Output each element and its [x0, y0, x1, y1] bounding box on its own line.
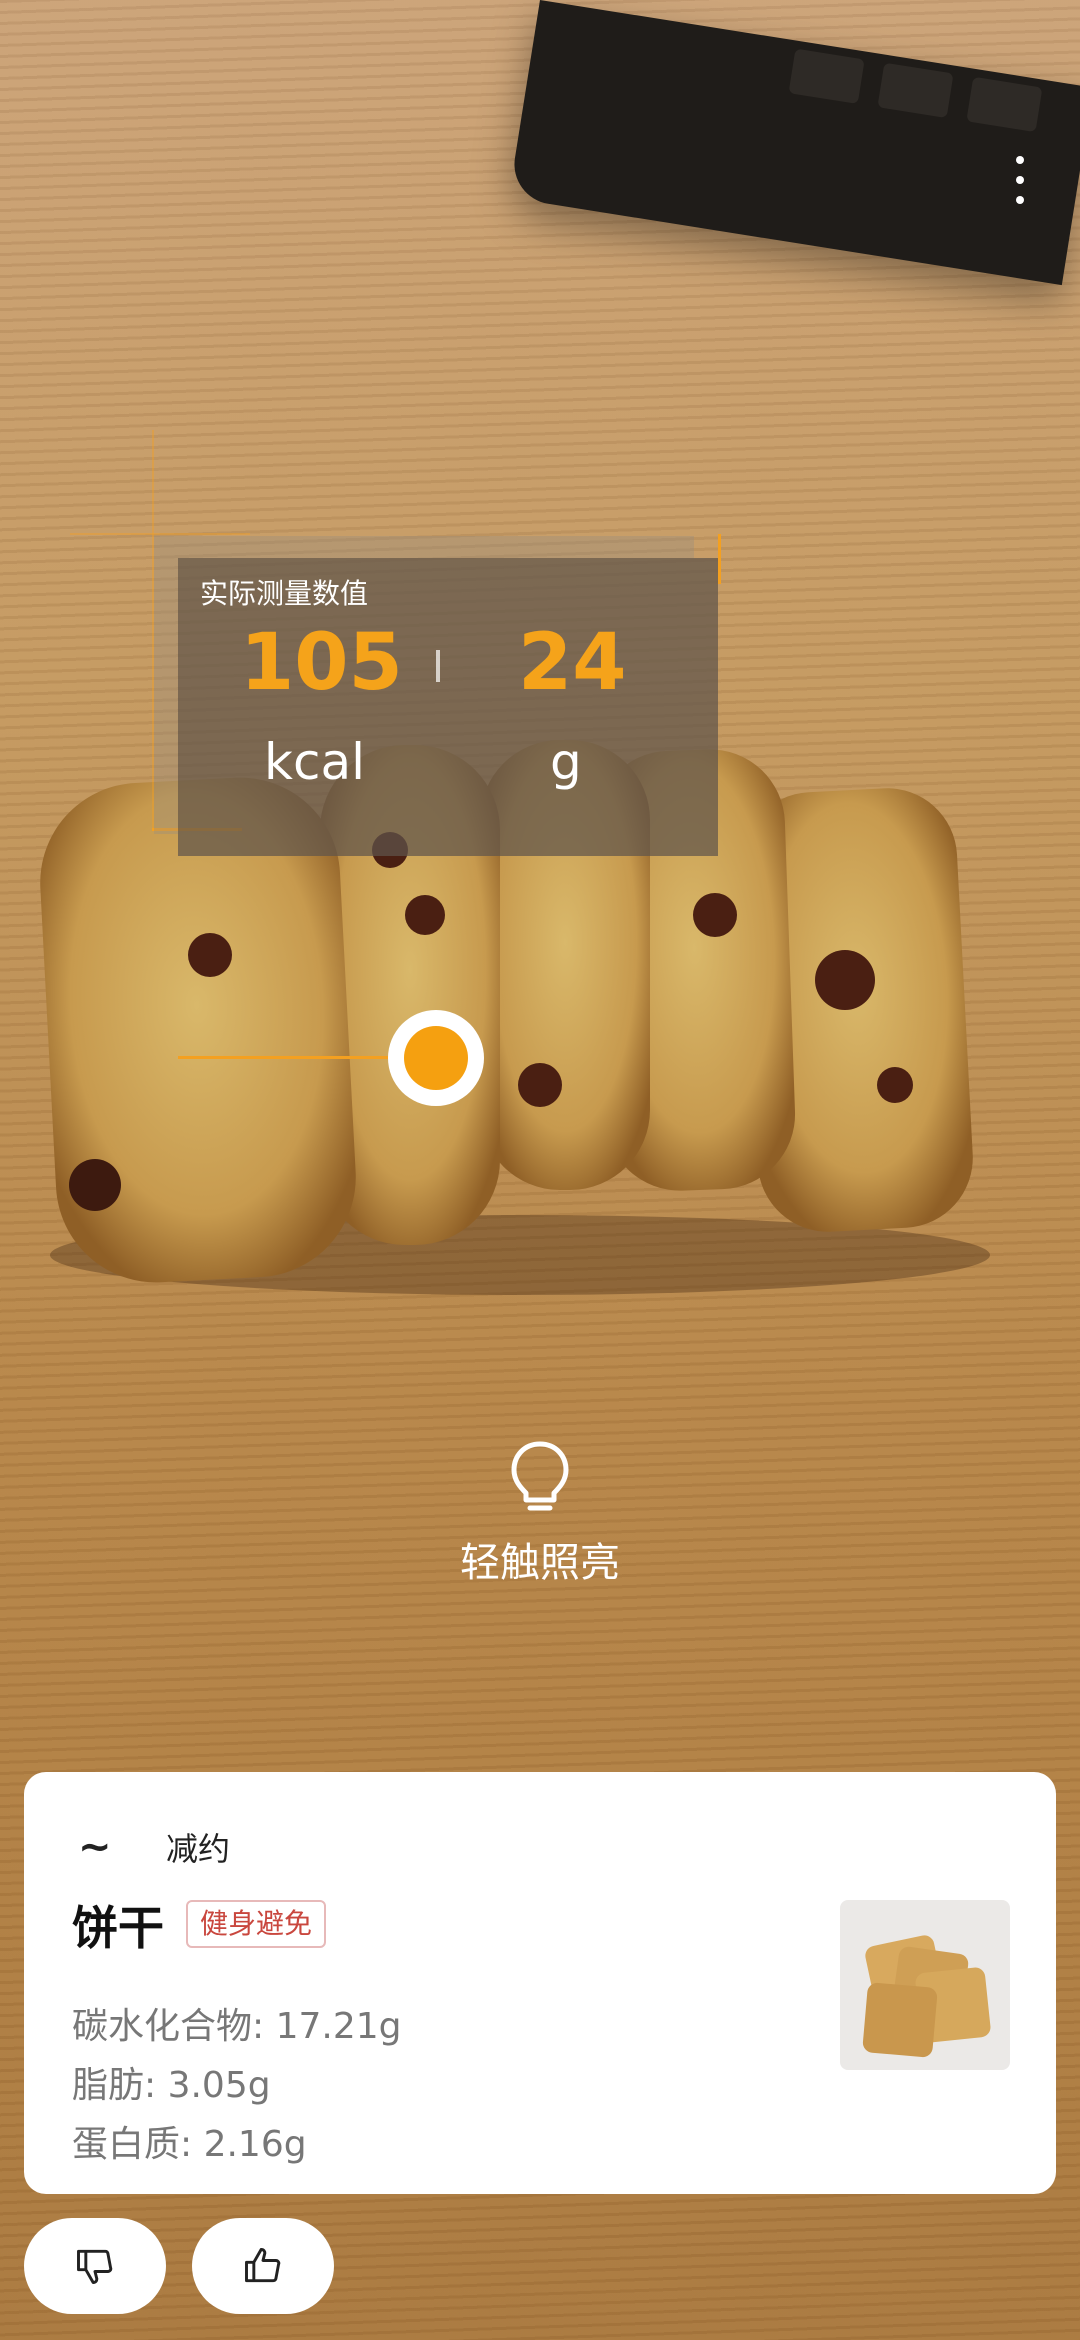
calories-value: 105 — [240, 618, 403, 708]
menu-dot — [1016, 196, 1024, 204]
food-result-card[interactable]: ~ 减约 饼干 健身避免 碳水化合物: 17.21g 脂肪: 3.05g 蛋白质… — [24, 1772, 1056, 2194]
weight-value: 24 — [518, 618, 627, 708]
measure-slider-handle[interactable] — [388, 1010, 484, 1106]
diet-mode-label: 减约 — [166, 1830, 231, 1868]
calories-unit: kcal — [264, 733, 365, 791]
collapse-handle-icon: ~ — [78, 1824, 112, 1870]
frame-guide — [152, 430, 154, 830]
thumbs-down-icon — [77, 2249, 113, 2284]
food-name: 饼干 — [72, 1901, 164, 1955]
lightbulb-icon — [511, 1441, 569, 1511]
diet-tag: 健身避免 — [186, 1900, 327, 1948]
nutrient-fat: 脂肪: 3.05g — [72, 2065, 271, 2106]
more-vertical-icon — [1016, 156, 1024, 164]
frame-guide — [70, 533, 250, 535]
tap-to-light-button[interactable]: 轻触照亮 — [430, 1440, 650, 1600]
dislike-button[interactable] — [24, 2218, 166, 2314]
tap-to-light-label: 轻触照亮 — [460, 1540, 620, 1586]
measurement-panel: 实际测量数值 105 24 kcal g — [178, 558, 718, 856]
measurement-title: 实际测量数值 — [200, 577, 369, 610]
slider-handle-dot — [404, 1026, 468, 1090]
value-divider — [436, 650, 440, 682]
thumbs-up-icon — [245, 2248, 281, 2283]
nutrient-protein: 蛋白质: 2.16g — [72, 2124, 307, 2165]
biscuit-thumbnail — [862, 1935, 991, 2058]
more-options-button[interactable] — [990, 140, 1050, 220]
food-thumbnail[interactable] — [840, 1900, 1010, 2070]
nutrient-carbs: 碳水化合物: 17.21g — [72, 2006, 402, 2047]
weight-unit: g — [550, 733, 582, 791]
diet-mode-row[interactable]: ~ 减约 — [78, 1824, 230, 1870]
menu-dot — [1016, 176, 1024, 184]
frame-guide-corner — [718, 534, 721, 584]
like-button[interactable] — [192, 2218, 334, 2314]
